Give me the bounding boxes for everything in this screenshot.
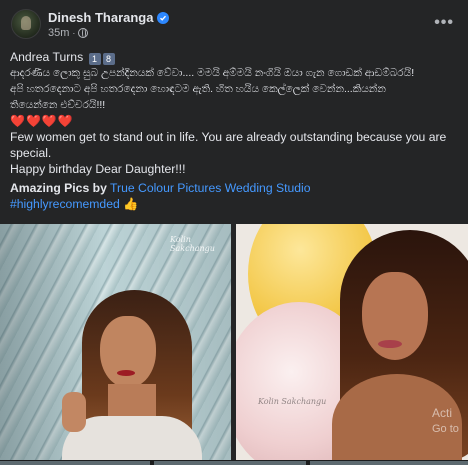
studio-link[interactable]: True Colour Pictures Wedding Studio [110,181,311,195]
next-photo-2[interactable] [154,461,306,465]
keycap-digit-eight: 8 [102,53,115,65]
author-avatar[interactable] [11,9,41,39]
post-meta: 35m · [48,27,89,39]
photo-left-watermark: Kolin Sakchangu [170,235,215,253]
photo-left[interactable]: Kolin Sakchangu [0,224,231,460]
activation-line-2: Go to [432,423,459,435]
hashtag-line: #highlyrecomemded 👍 [10,196,460,212]
photo-left-hand [62,392,86,432]
caption-title-line: Andrea Turns 18 [10,49,460,65]
meta-separator: · [72,28,76,38]
post-header: Dinesh Tharanga 35m · ••• [0,0,468,44]
credit-line: Amazing Pics by True Colour Pictures Wed… [10,180,460,196]
post-text: Andrea Turns 18 ආදරණීය ලොකු සුබ උපන්දිනය… [10,49,460,212]
globe-icon[interactable] [78,28,89,38]
credit-prefix: Amazing Pics by [10,181,107,195]
english-line-3: Happy birthday Dear Daughter!!! [10,162,186,176]
photo-grid: Kolin Sakchangu Kolin Sakchangu Acti Go … [0,224,468,465]
hashtag-link[interactable]: #highlyrecomemded [10,197,120,211]
sinhala-line-2: අපි හතරදෙනාට අපි හතරදෙනා හොඳටම ඇති. හිත … [10,83,386,95]
more-options-icon[interactable]: ••• [434,14,454,32]
next-photo-1[interactable] [0,461,150,465]
english-line-2: special. [10,146,52,160]
activation-overlay: Acti Go to [432,406,459,437]
post-time[interactable]: 35m [48,27,69,39]
photo-right-lips [378,340,402,348]
author-name-row: Dinesh Tharanga [48,10,170,25]
caption-title: Andrea Turns [10,50,84,64]
english-line-1: Few women get to stand out in life. You … [10,130,447,144]
keycap-digit-one: 1 [88,53,101,65]
photo-right[interactable]: Kolin Sakchangu Acti Go to [236,224,468,460]
photo-left-face [100,316,156,388]
activation-line-1: Acti [432,406,453,420]
next-photo-row [0,460,468,465]
verified-badge-icon [157,11,170,24]
next-photo-3[interactable] [310,461,468,465]
author-name[interactable]: Dinesh Tharanga [48,10,153,25]
thumbs-up-emoji: 👍 [123,197,139,211]
sinhala-line-1: ආදරණීය ලොකු සුබ උපන්දිනයක් වේවා.... මමයි… [10,67,415,79]
photo-left-lips [117,370,135,376]
hearts-emoji: ❤️❤️❤️❤️ [10,114,74,128]
sinhala-line-3: තියෙන්නෙ එච්චරයි!!! [10,99,106,111]
photo-right-watermark: Kolin Sakchangu [258,397,327,406]
